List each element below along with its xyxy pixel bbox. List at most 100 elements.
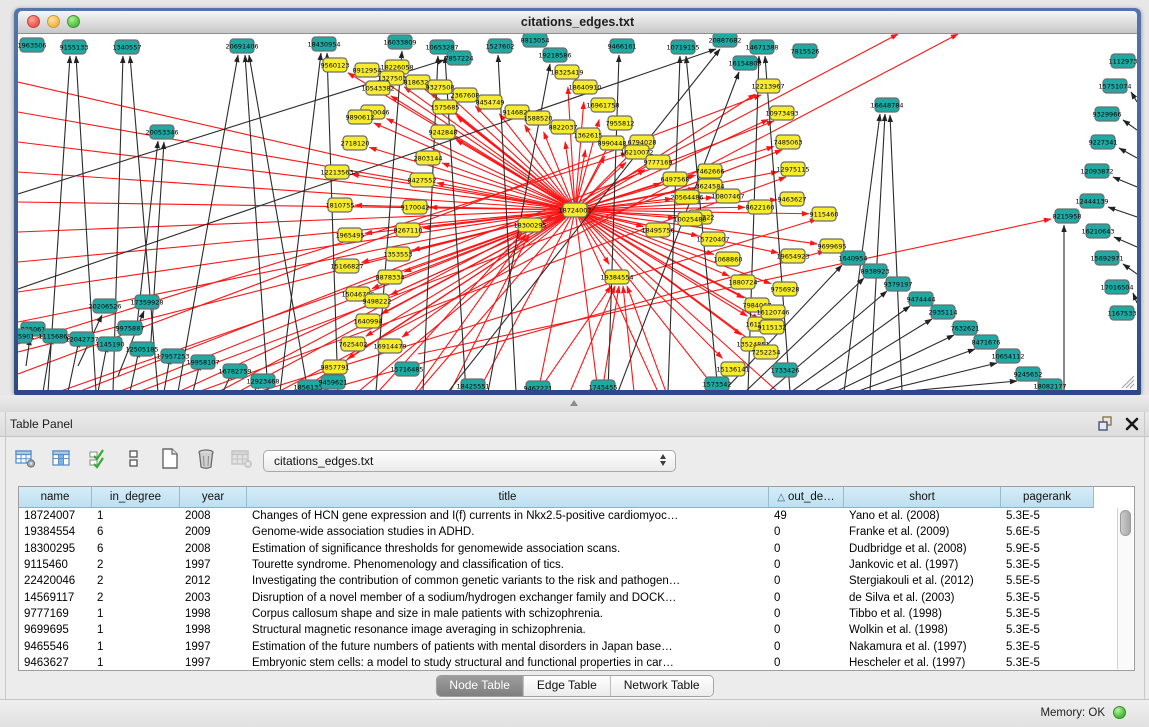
graph-node[interactable]: 7955812 bbox=[606, 116, 635, 130]
close-panel-icon[interactable] bbox=[1125, 417, 1139, 431]
float-panel-icon[interactable] bbox=[1098, 416, 1113, 431]
column-header-short[interactable]: short bbox=[844, 487, 1001, 508]
graph-node[interactable]: 19654923 bbox=[776, 249, 809, 263]
graph-node[interactable]: 12975115 bbox=[776, 162, 809, 176]
create-column-icon[interactable] bbox=[156, 446, 183, 472]
delete-columns-icon[interactable] bbox=[192, 446, 219, 472]
graph-node[interactable]: 18430954 bbox=[307, 37, 340, 51]
graph-node[interactable]: 10025488 bbox=[673, 212, 706, 226]
graph-node[interactable]: 19384554 bbox=[600, 270, 633, 284]
graph-node[interactable]: 14671388 bbox=[745, 40, 778, 54]
table-selector-dropdown[interactable]: citations_edges.txt bbox=[263, 450, 676, 472]
graph-node[interactable]: 8878334 bbox=[376, 270, 405, 284]
graph-node[interactable]: 15751074 bbox=[1098, 79, 1131, 93]
column-header-year[interactable]: year bbox=[180, 487, 247, 508]
graph-node[interactable]: 9756928 bbox=[771, 282, 800, 296]
graph-node[interactable]: 1112973 bbox=[1109, 54, 1137, 68]
graph-node[interactable]: 10543382 bbox=[361, 81, 394, 95]
graph-node[interactable]: 10719155 bbox=[666, 40, 699, 54]
graph-node[interactable]: 9462221 bbox=[524, 381, 553, 390]
graph-node[interactable]: 1640954 bbox=[839, 251, 868, 265]
delete-table-icon[interactable] bbox=[228, 446, 255, 472]
graph-node[interactable]: 8471676 bbox=[972, 335, 1001, 349]
table-row[interactable]: 1872400712008Changes of HCN gene express… bbox=[19, 508, 1134, 524]
graph-node[interactable]: 7462666 bbox=[696, 164, 725, 178]
graph-node[interactable]: 19958107 bbox=[186, 355, 219, 369]
graph-node[interactable]: 9379197 bbox=[884, 277, 913, 291]
graph-node[interactable]: 7815526 bbox=[791, 44, 820, 58]
graph-node[interactable]: 9474444 bbox=[907, 292, 936, 306]
graph-node[interactable]: 8454749 bbox=[476, 95, 505, 109]
graph-node[interactable]: 12923468 bbox=[246, 374, 279, 388]
graph-node[interactable]: 9170042 bbox=[401, 200, 430, 214]
table-vertical-scrollbar[interactable] bbox=[1117, 508, 1133, 669]
graph-node[interactable]: 2935114 bbox=[929, 305, 958, 319]
table-row[interactable]: 2242004622012Investigating the contribut… bbox=[19, 573, 1134, 589]
graph-node[interactable]: 12444139 bbox=[1075, 194, 1108, 208]
table-row[interactable]: 911546021997Tourette syndrome. Phenomeno… bbox=[19, 557, 1134, 573]
graph-node[interactable]: 19218586 bbox=[538, 48, 571, 62]
graph-node[interactable]: 7625402 bbox=[339, 337, 368, 351]
tab-node-table[interactable]: Node Table bbox=[436, 676, 524, 696]
tab-network-table[interactable]: Network Table bbox=[611, 676, 713, 696]
graph-node[interactable]: 9227341 bbox=[1089, 135, 1118, 149]
graph-node[interactable]: 12042737 bbox=[65, 332, 98, 346]
graph-node[interactable]: 12213563 bbox=[320, 165, 353, 179]
graph-node[interactable]: 15166827 bbox=[330, 259, 363, 273]
graph-node[interactable]: 8813054 bbox=[521, 34, 550, 47]
graph-node[interactable]: 8622160 bbox=[746, 200, 775, 214]
graph-node[interactable]: 10807467 bbox=[711, 189, 744, 203]
graph-node[interactable]: 1145190 bbox=[96, 337, 125, 351]
graph-node[interactable]: 1640994 bbox=[354, 314, 383, 328]
graph-node[interactable]: 1167533 bbox=[1108, 306, 1137, 320]
graph-node[interactable]: 15720407 bbox=[696, 232, 729, 246]
graph-node[interactable]: 9155133 bbox=[60, 40, 89, 54]
horizontal-splitter[interactable] bbox=[0, 395, 1149, 412]
graph-node[interactable]: 10973493 bbox=[765, 106, 798, 120]
graph-node[interactable]: 9498222 bbox=[363, 294, 392, 308]
toggle-rows-icon[interactable] bbox=[120, 446, 147, 472]
graph-node[interactable]: 1353553 bbox=[384, 247, 413, 261]
table-row[interactable]: 969969511998Structural magnetic resonanc… bbox=[19, 622, 1134, 638]
graph-node[interactable]: 7857224 bbox=[445, 51, 474, 65]
graph-node[interactable]: 9777169 bbox=[644, 155, 673, 169]
graph-node[interactable]: 1963506 bbox=[18, 38, 46, 52]
table-row[interactable]: 1830029562008Estimation of significance … bbox=[19, 541, 1134, 557]
graph-node[interactable]: 15692971 bbox=[1090, 251, 1123, 265]
graph-node[interactable]: 15716485 bbox=[390, 362, 423, 376]
graph-node[interactable]: 7252254 bbox=[752, 345, 781, 359]
scrollbar-thumb[interactable] bbox=[1120, 510, 1131, 536]
graph-node[interactable]: 9459621 bbox=[319, 375, 348, 389]
graph-node[interactable]: 9463627 bbox=[778, 192, 807, 206]
graph-node[interactable]: 9857791 bbox=[321, 360, 350, 374]
select-all-rows-icon[interactable] bbox=[84, 446, 111, 472]
tab-edge-table[interactable]: Edge Table bbox=[524, 676, 611, 696]
graph-node[interactable]: 18640910 bbox=[568, 80, 601, 94]
graph-node[interactable]: 18495756 bbox=[641, 223, 674, 237]
network-view-window[interactable]: citations_edges.txt 1963506 9155133 134055… bbox=[14, 8, 1141, 395]
graph-node[interactable]: 9560123 bbox=[321, 58, 350, 72]
graph-node[interactable]: 16120746 bbox=[756, 305, 789, 319]
graph-node[interactable]: 1340557 bbox=[113, 40, 142, 54]
graph-node[interactable]: 1068860 bbox=[714, 252, 743, 266]
graph-node[interactable]: 18325419 bbox=[550, 65, 583, 79]
graph-node[interactable]: 18425551 bbox=[456, 379, 489, 390]
graph-node[interactable]: 9975887 bbox=[116, 321, 145, 335]
graph-node[interactable]: 1575685 bbox=[431, 100, 460, 114]
graph-node[interactable]: 12213967 bbox=[751, 79, 784, 93]
graph-node[interactable]: 9329966 bbox=[1093, 107, 1122, 121]
table-row[interactable]: 946554611997Estimation of the future num… bbox=[19, 638, 1134, 654]
graph-node[interactable]: 20691406 bbox=[225, 39, 258, 53]
window-titlebar[interactable]: citations_edges.txt bbox=[18, 11, 1137, 34]
graph-node[interactable]: 16648784 bbox=[870, 98, 903, 112]
table-mode-icon[interactable] bbox=[12, 446, 39, 472]
graph-node[interactable]: 1965495 bbox=[336, 228, 365, 242]
graph-node[interactable]: 16210643 bbox=[1081, 224, 1114, 238]
graph-node[interactable]: 16782759 bbox=[218, 364, 251, 378]
show-columns-icon[interactable] bbox=[48, 446, 75, 472]
column-header-name[interactable]: name bbox=[19, 487, 92, 508]
network-graph[interactable]: 1963506915513313405572069140618430954160… bbox=[18, 34, 1137, 390]
graph-node[interactable]: 9890612 bbox=[346, 110, 375, 124]
graph-node[interactable]: 9245652 bbox=[1014, 367, 1043, 381]
graph-node[interactable]: 20053346 bbox=[145, 125, 178, 139]
